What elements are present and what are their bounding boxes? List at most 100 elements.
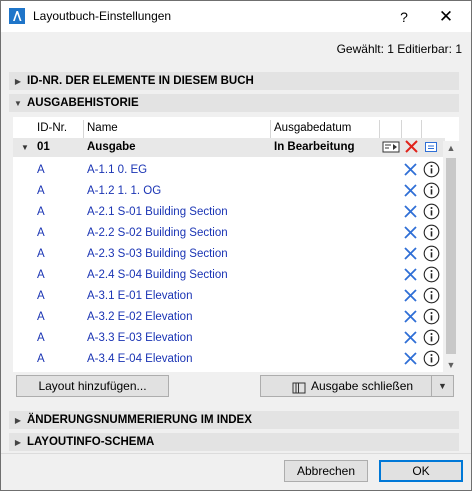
x-icon[interactable] [403, 330, 418, 348]
table-row[interactable]: A A-3.4 E-04 Elevation [13, 349, 445, 370]
collapse-icon: ▼ [14, 98, 22, 108]
x-icon[interactable] [403, 267, 418, 285]
scroll-up-icon[interactable]: ▲ [443, 141, 459, 155]
list-icon[interactable] [424, 140, 438, 157]
row-id: A [37, 311, 45, 323]
column-divider [83, 120, 84, 138]
row-name[interactable]: A-3.2 E-02 Elevation [87, 311, 192, 323]
info-icon[interactable] [423, 182, 440, 202]
column-divider [421, 120, 422, 138]
delete-icon[interactable] [404, 139, 419, 157]
column-header-name: Name [87, 122, 118, 134]
x-icon[interactable] [403, 351, 418, 369]
info-icon[interactable] [423, 224, 440, 244]
info-icon[interactable] [423, 245, 440, 265]
cancel-button[interactable]: Abbrechen [284, 460, 368, 482]
issue-settings-icon[interactable] [382, 140, 400, 157]
table-row[interactable]: A A-3.2 E-02 Elevation [13, 307, 445, 328]
column-header-date: Ausgabedatum [274, 122, 352, 134]
row-id: A [37, 248, 45, 260]
section-revision-numbering[interactable]: ▶ ÄNDERUNGSNUMMERIERUNG IM INDEX [9, 411, 459, 429]
table-row[interactable]: A A-2.2 S-02 Building Section [13, 223, 445, 244]
add-layout-button[interactable]: Layout hinzufügen... [16, 375, 169, 397]
info-icon[interactable] [423, 203, 440, 223]
book-icon [292, 380, 306, 400]
section-title: ÄNDERUNGSNUMMERIERUNG IM INDEX [27, 414, 252, 426]
table-header: ID-Nr. Name Ausgabedatum [13, 120, 459, 138]
info-icon[interactable] [423, 287, 440, 307]
info-icon[interactable] [423, 350, 440, 370]
layoutbook-settings-dialog: Layoutbuch-Einstellungen ? ✕ Gewählt: 1 … [0, 0, 472, 491]
window-title: Layoutbuch-Einstellungen [33, 9, 172, 23]
expand-icon: ▶ [14, 437, 22, 447]
chevron-down-icon[interactable]: ▼ [432, 376, 453, 396]
issue-status: In Bearbeitung [274, 141, 355, 153]
x-icon[interactable] [403, 183, 418, 201]
close-issue-label: Ausgabe schließen [311, 379, 414, 393]
table-row[interactable]: A A-1.2 1. 1. OG [13, 181, 445, 202]
row-name[interactable]: A-2.2 S-02 Building Section [87, 227, 228, 239]
x-icon[interactable] [403, 162, 418, 180]
section-title: ID-NR. DER ELEMENTE IN DIESEM BUCH [27, 75, 254, 87]
section-element-ids[interactable]: ▶ ID-NR. DER ELEMENTE IN DIESEM BUCH [9, 72, 459, 90]
close-issue-button[interactable]: Ausgabe schließen ▼ [260, 375, 454, 397]
x-icon[interactable] [403, 246, 418, 264]
layout-rows: A A-1.1 0. EG A A-1.2 1. 1. OG A A-2.1 S-01 B… [13, 160, 445, 370]
footer-divider [1, 453, 471, 454]
expand-icon: ▶ [14, 76, 22, 86]
x-icon[interactable] [403, 309, 418, 327]
section-issue-history[interactable]: ▼ AUSGABEHISTORIE [9, 94, 459, 112]
issue-name: Ausgabe [87, 141, 136, 153]
x-icon[interactable] [403, 288, 418, 306]
row-id: A [37, 206, 45, 218]
scroll-thumb[interactable] [446, 158, 456, 354]
table-row[interactable]: A A-1.1 0. EG [13, 160, 445, 181]
table-scrollbar[interactable]: ▲ ▼ [443, 141, 459, 372]
info-icon[interactable] [423, 308, 440, 328]
x-icon[interactable] [403, 204, 418, 222]
row-id: A [37, 290, 45, 302]
title-bar: Layoutbuch-Einstellungen ? ✕ [1, 1, 471, 32]
row-name[interactable]: A-3.4 E-04 Elevation [87, 353, 192, 365]
collapse-icon[interactable]: ▼ [21, 143, 29, 152]
issue-history-table: ID-Nr. Name Ausgabedatum ▼ 01 Ausgabe In… [13, 117, 459, 372]
section-title: AUSGABEHISTORIE [27, 97, 139, 109]
table-row[interactable]: A A-3.1 E-01 Elevation [13, 286, 445, 307]
x-icon[interactable] [403, 225, 418, 243]
row-name[interactable]: A-3.1 E-01 Elevation [87, 290, 192, 302]
expand-icon: ▶ [14, 415, 22, 425]
row-id: A [37, 353, 45, 365]
row-id: A [37, 164, 45, 176]
column-header-id: ID-Nr. [37, 122, 68, 134]
row-name[interactable]: A-1.2 1. 1. OG [87, 185, 161, 197]
row-name[interactable]: A-2.1 S-01 Building Section [87, 206, 228, 218]
row-name[interactable]: A-2.4 S-04 Building Section [87, 269, 228, 281]
row-id: A [37, 332, 45, 344]
info-icon[interactable] [423, 266, 440, 286]
row-id: A [37, 269, 45, 281]
column-divider [401, 120, 402, 138]
selection-info: Gewählt: 1 Editierbar: 1 [336, 42, 462, 56]
info-icon[interactable] [423, 329, 440, 349]
row-name[interactable]: A-1.1 0. EG [87, 164, 147, 176]
scroll-down-icon[interactable]: ▼ [443, 358, 459, 372]
ok-button[interactable]: OK [379, 460, 463, 482]
row-name[interactable]: A-3.3 E-03 Elevation [87, 332, 192, 344]
section-title: LAYOUTINFO-SCHEMA [27, 436, 155, 448]
info-icon[interactable] [423, 161, 440, 181]
issue-group-row[interactable]: ▼ 01 Ausgabe In Bearbeitung [13, 138, 445, 157]
column-divider [270, 120, 271, 138]
help-button[interactable]: ? [392, 6, 416, 28]
issue-id: 01 [37, 141, 50, 153]
archicad-icon [9, 8, 25, 24]
table-row[interactable]: A A-2.1 S-01 Building Section [13, 202, 445, 223]
section-layout-info-schema[interactable]: ▶ LAYOUTINFO-SCHEMA [9, 433, 459, 451]
table-row[interactable]: A A-3.3 E-03 Elevation [13, 328, 445, 349]
table-row[interactable]: A A-2.3 S-03 Building Section [13, 244, 445, 265]
column-divider [379, 120, 380, 138]
row-id: A [37, 227, 45, 239]
row-id: A [37, 185, 45, 197]
close-window-button[interactable]: ✕ [433, 6, 459, 28]
table-row[interactable]: A A-2.4 S-04 Building Section [13, 265, 445, 286]
row-name[interactable]: A-2.3 S-03 Building Section [87, 248, 228, 260]
